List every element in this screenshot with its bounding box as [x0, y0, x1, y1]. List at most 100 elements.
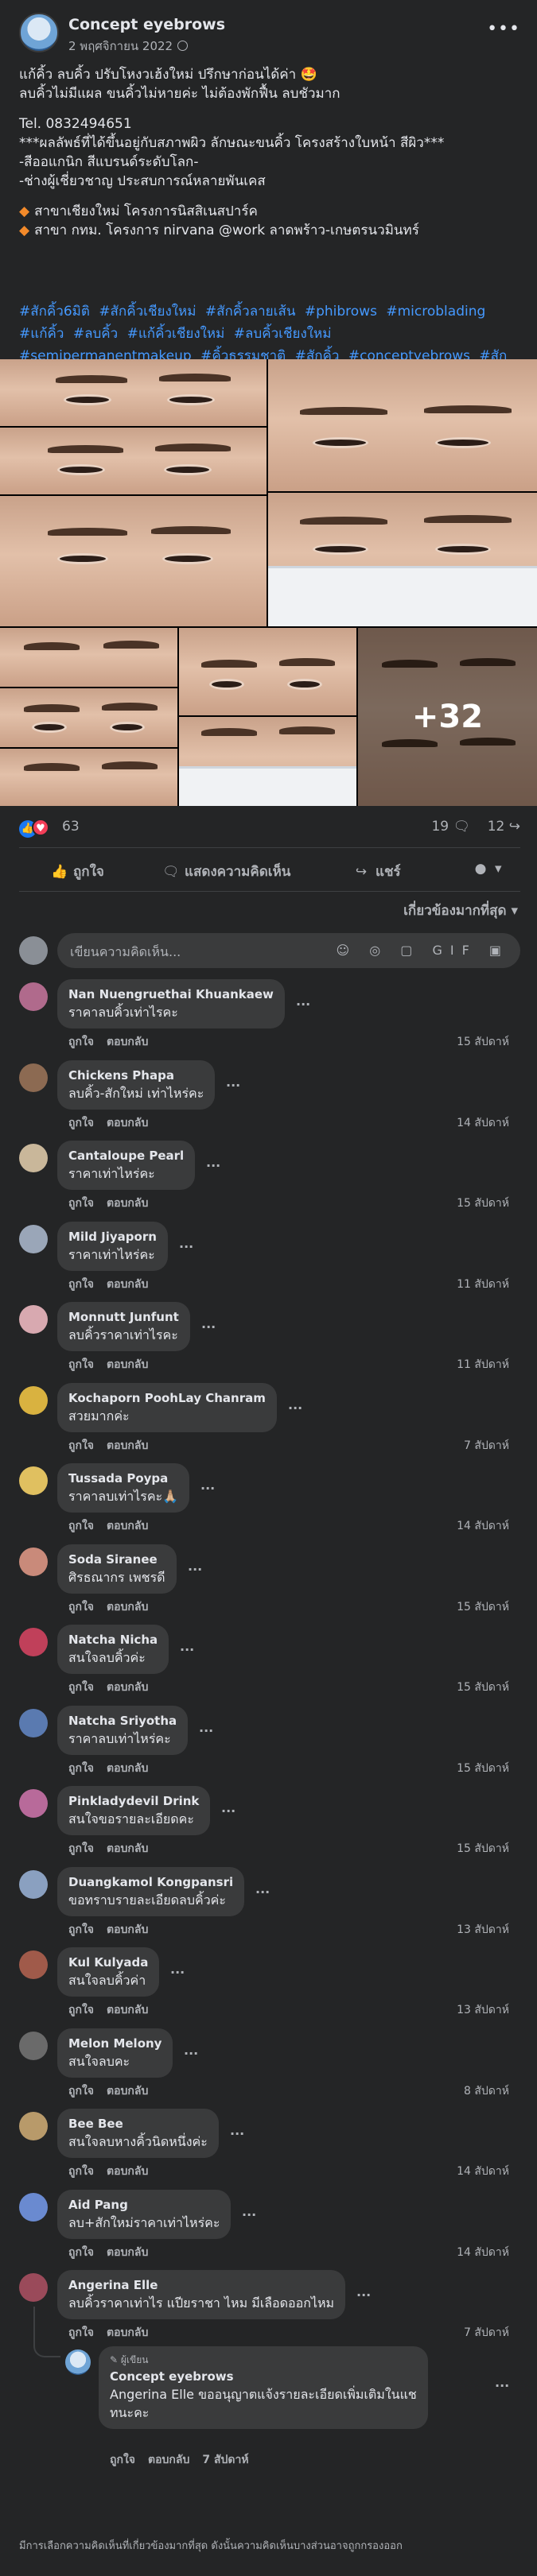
comment-reply-link[interactable]: ตอบกลับ	[107, 2165, 148, 2178]
comment-more-icon[interactable]: ···	[200, 1481, 215, 1496]
comment-more-icon[interactable]: ···	[170, 1965, 185, 1980]
comment-timestamp[interactable]: 11 สัปดาห์	[457, 1356, 509, 1373]
comment-like-link[interactable]: ถูกใจ	[68, 1762, 94, 1775]
comment-like-link[interactable]: ถูกใจ	[68, 1923, 94, 1936]
post-date[interactable]: 2 พฤศจิกายน 2022	[68, 37, 189, 56]
comment-reply-link[interactable]: ตอบกลับ	[107, 1358, 148, 1371]
composer-tool-icons[interactable]: ☺ ◎ ▢ GIF ▣	[336, 943, 509, 958]
comment-like-link[interactable]: ถูกใจ	[68, 2246, 94, 2259]
comment-like-link[interactable]: ถูกใจ	[68, 2004, 94, 2016]
comment-reply-link[interactable]: ตอบกลับ	[107, 1762, 148, 1775]
comment-like-link[interactable]: ถูกใจ	[68, 2326, 94, 2339]
comment-like-link[interactable]: ถูกใจ	[68, 1681, 94, 1694]
gallery-photo[interactable]	[0, 628, 177, 687]
commenter-avatar[interactable]	[19, 1063, 48, 1092]
commenter-name[interactable]: Aid Pang	[68, 2196, 220, 2214]
comment-more-icon[interactable]: ···	[180, 1642, 194, 1657]
comment-timestamp[interactable]: 15 สัปดาห์	[457, 1033, 509, 1051]
gallery-photo[interactable]	[0, 749, 177, 806]
comment-more-icon[interactable]: ···	[184, 2046, 198, 2061]
comment-reply-link[interactable]: ตอบกลับ	[107, 1842, 148, 1855]
gallery-photo[interactable]	[0, 496, 267, 626]
hashtag-link[interactable]: #ลบคิ้ว	[73, 326, 118, 342]
comment-reply-link[interactable]: ตอบกลับ	[107, 1923, 148, 1936]
comment-like-link[interactable]: ถูกใจ	[68, 2165, 94, 2178]
commenter-name[interactable]: Melon Melony	[68, 2035, 161, 2052]
more-options-button[interactable]: •••	[487, 19, 520, 39]
comment-timestamp[interactable]: 7 สัปดาห์	[464, 2324, 509, 2342]
commenter-avatar[interactable]	[19, 1225, 48, 1253]
gallery-photo[interactable]	[268, 493, 537, 626]
gallery-photo[interactable]	[268, 359, 537, 491]
comment-more-icon[interactable]: ···	[206, 1158, 220, 1173]
comment-sort-dropdown[interactable]: เกี่ยวข้องมากที่สุด ▾	[403, 900, 518, 921]
reply-reply-link[interactable]: ตอบกลับ	[148, 2454, 189, 2466]
commenter-name[interactable]: Kochaporn PoohLay Chanram	[68, 1389, 266, 1407]
comment-reply-link[interactable]: ตอบกลับ	[107, 2326, 148, 2339]
comment-more-icon[interactable]: ···	[201, 1319, 216, 1334]
page-name[interactable]: Concept eyebrows	[68, 16, 225, 33]
comment-like-link[interactable]: ถูกใจ	[68, 1197, 94, 1210]
reply-author-name[interactable]: Concept eyebrows	[110, 2368, 417, 2385]
comment-reply-link[interactable]: ตอบกลับ	[107, 1601, 148, 1613]
reaction-count[interactable]: 63	[62, 819, 80, 835]
comment-reply-link[interactable]: ตอบกลับ	[107, 1117, 148, 1129]
commenter-name[interactable]: Monnutt Junfunt	[68, 1308, 179, 1326]
comment-reply-link[interactable]: ตอบกลับ	[107, 1197, 148, 1210]
commenter-name[interactable]: Natcha Sriyotha	[68, 1712, 177, 1730]
commenter-avatar[interactable]	[19, 1870, 48, 1899]
comment-reply-link[interactable]: ตอบกลับ	[107, 1278, 148, 1291]
gallery-photo[interactable]	[179, 628, 356, 715]
commenter-avatar[interactable]	[19, 2112, 48, 2140]
comment-timestamp[interactable]: 8 สัปดาห์	[464, 2082, 509, 2100]
comment-timestamp[interactable]: 15 สัปดาห์	[457, 1840, 509, 1857]
comment-like-link[interactable]: ถูกใจ	[68, 2085, 94, 2098]
commenter-avatar[interactable]	[19, 1628, 48, 1656]
share-button[interactable]: ↪ แชร์	[353, 861, 401, 882]
comment-timestamp[interactable]: 7 สัปดาห์	[464, 1437, 509, 1455]
commenter-avatar[interactable]	[19, 1789, 48, 1818]
comment-reply-link[interactable]: ตอบกลับ	[107, 2246, 148, 2259]
comment-reply-link[interactable]: ตอบกลับ	[107, 1681, 148, 1694]
comment-timestamp[interactable]: 15 สัปดาห์	[457, 1598, 509, 1616]
reply-more-icon[interactable]: ···	[495, 2378, 509, 2393]
commenter-name[interactable]: Chickens Phapa	[68, 1067, 204, 1084]
more-photos-overlay[interactable]: +32	[358, 627, 537, 806]
commenter-avatar[interactable]	[19, 982, 48, 1011]
like-button[interactable]: 👍 ถูกใจ	[51, 861, 104, 882]
reply-author-avatar[interactable]	[65, 2349, 91, 2375]
hashtag-link[interactable]: #microblading	[386, 304, 485, 320]
commenter-avatar[interactable]	[19, 1144, 48, 1172]
commenter-avatar[interactable]	[19, 1709, 48, 1737]
reply-like-link[interactable]: ถูกใจ	[110, 2454, 135, 2466]
commenter-name[interactable]: Pinkladydevil Drink	[68, 1792, 199, 1810]
commenter-avatar[interactable]	[19, 1305, 48, 1334]
comment-timestamp[interactable]: 15 สัปดาห์	[457, 1679, 509, 1696]
comment-more-icon[interactable]: ···	[226, 1078, 240, 1093]
comment-timestamp[interactable]: 14 สัปดาห์	[457, 1517, 509, 1535]
comment-button[interactable]: 🗨 แสดงความคิดเห็น	[162, 861, 290, 882]
commenter-avatar[interactable]	[19, 1548, 48, 1576]
comment-like-link[interactable]: ถูกใจ	[68, 1842, 94, 1855]
commenter-avatar[interactable]	[19, 2273, 48, 2302]
page-avatar[interactable]	[19, 13, 59, 52]
gallery-photo[interactable]	[0, 688, 177, 747]
comment-timestamp[interactable]: 13 สัปดาห์	[457, 1921, 509, 1939]
commenter-avatar[interactable]	[19, 1386, 48, 1415]
comment-more-icon[interactable]: ···	[230, 2126, 244, 2141]
comment-more-icon[interactable]: ···	[255, 1885, 270, 1900]
commenter-avatar[interactable]	[19, 1466, 48, 1495]
hashtag-link[interactable]: #สักคิ้วเชียงใหม่	[99, 304, 196, 320]
comment-like-link[interactable]: ถูกใจ	[68, 1601, 94, 1613]
commenter-name[interactable]: Cantaloupe Pearl	[68, 1147, 184, 1164]
commenter-name[interactable]: Tussada Poypa	[68, 1470, 178, 1487]
audience-selector[interactable]: ● ▾	[473, 861, 502, 877]
hashtag-link[interactable]: #phibrows	[305, 304, 377, 320]
commenter-avatar[interactable]	[19, 1950, 48, 1979]
comment-more-icon[interactable]: ···	[188, 1562, 202, 1577]
comment-timestamp[interactable]: 13 สัปดาห์	[457, 2001, 509, 2019]
commenter-name[interactable]: Soda Siranee	[68, 1551, 165, 1568]
comment-more-icon[interactable]: ···	[242, 2207, 256, 2222]
commenter-name[interactable]: Natcha Nicha	[68, 1631, 158, 1648]
hashtag-link[interactable]: #ลบคิ้วเชียงใหม่	[234, 326, 332, 342]
